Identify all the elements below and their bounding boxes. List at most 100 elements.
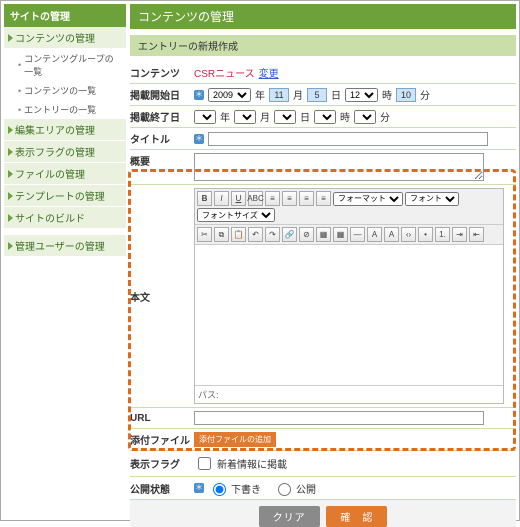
list-ul-icon[interactable]: •	[418, 227, 433, 242]
pubend-day[interactable]	[274, 110, 296, 124]
select-font[interactable]: フォント	[405, 192, 459, 206]
editor-toolbar-1: B I U ABC ≡ ≡ ≡ ≡ フォーマット フォント フォントサイズ	[195, 189, 503, 225]
pubend-min[interactable]	[354, 110, 376, 124]
contents-change-link[interactable]: 変更	[259, 65, 279, 80]
cut-icon[interactable]: ✂	[197, 227, 212, 242]
hr-icon[interactable]: ―	[350, 227, 365, 242]
arrow-icon	[8, 214, 13, 222]
label-body: 本文	[130, 289, 190, 304]
sidebar-sub-content-list[interactable]: コンテンツの一覧	[4, 81, 126, 100]
undo-icon[interactable]: ↶	[248, 227, 263, 242]
required-icon: ＊	[194, 134, 204, 144]
sidebar-item-contents[interactable]: コンテンツの管理	[4, 27, 126, 49]
input-title[interactable]	[208, 132, 488, 146]
pubstart-year[interactable]: 2009	[208, 88, 251, 102]
page-title: コンテンツの管理	[130, 4, 516, 29]
label-dispflag: 表示フラグ	[130, 456, 190, 471]
row-title: タイトル ＊	[130, 128, 516, 150]
sidebar-item-template[interactable]: テンプレートの管理	[4, 185, 126, 207]
pubend-year[interactable]	[194, 110, 216, 124]
row-dispflag: 表示フラグ 新着情報に掲載	[130, 451, 516, 477]
source-icon[interactable]: ‹›	[401, 227, 416, 242]
align-right-icon[interactable]: ≡	[299, 191, 314, 206]
pubend-month[interactable]	[234, 110, 256, 124]
pubend-hour[interactable]	[314, 110, 336, 124]
label-title: タイトル	[130, 131, 190, 146]
link-icon[interactable]: 🔗	[282, 227, 297, 242]
label-attach: 添付ファイル	[130, 432, 190, 447]
rich-editor: B I U ABC ≡ ≡ ≡ ≡ フォーマット フォント フォントサイズ ✂ …	[194, 188, 504, 404]
row-pubstate: 公開状態 ＊ 下書き 公開	[130, 477, 516, 500]
sidebar-sub-entry-list[interactable]: エントリーの一覧	[4, 100, 126, 119]
sidebar: サイトの管理 コンテンツの管理 コンテンツグループの一覧 コンテンツの一覧 エン…	[4, 4, 126, 517]
sidebar-item-build[interactable]: サイトのビルド	[4, 207, 126, 229]
row-url: URL	[130, 408, 516, 429]
color-icon[interactable]: A	[367, 227, 382, 242]
pubstart-min[interactable]: 10	[396, 88, 416, 102]
arrow-icon	[8, 170, 13, 178]
contents-value: CSRニュース	[194, 65, 255, 80]
label-url: URL	[130, 413, 190, 424]
underline-icon[interactable]: U	[231, 191, 246, 206]
pubstart-day[interactable]: 5	[307, 88, 327, 102]
confirm-button[interactable]: 確 認	[326, 506, 387, 527]
row-pubstart: 掲載開始日 ＊ 2009年 11月 5日 12時 10分	[130, 84, 516, 106]
row-summary: 概要	[130, 150, 516, 185]
required-icon: ＊	[194, 483, 204, 493]
editor-textarea[interactable]	[195, 245, 503, 385]
indent-icon[interactable]: ⇥	[452, 227, 467, 242]
radio-publish[interactable]: 公開	[273, 480, 316, 496]
copy-icon[interactable]: ⧉	[214, 227, 229, 242]
sidebar-sub-content-groups[interactable]: コンテンツグループの一覧	[4, 49, 126, 81]
bgcolor-icon[interactable]: A	[384, 227, 399, 242]
row-contents: コンテンツ CSRニュース 変更	[130, 62, 516, 84]
label-contents: コンテンツ	[130, 65, 190, 80]
strike-icon[interactable]: ABC	[248, 191, 263, 206]
arrow-icon	[8, 148, 13, 156]
sidebar-item-file[interactable]: ファイルの管理	[4, 163, 126, 185]
pubstart-month[interactable]: 11	[269, 88, 289, 102]
table-icon[interactable]: ▦	[333, 227, 348, 242]
arrow-icon	[8, 34, 13, 42]
required-icon: ＊	[194, 90, 204, 100]
radio-draft[interactable]: 下書き	[208, 480, 261, 496]
label-summary: 概要	[130, 153, 190, 168]
panel-title: エントリーの新規作成	[130, 35, 516, 56]
button-bar: クリア 確 認	[130, 500, 516, 527]
input-summary[interactable]	[194, 153, 484, 181]
paste-icon[interactable]: 📋	[231, 227, 246, 242]
arrow-icon	[8, 192, 13, 200]
list-ol-icon[interactable]: 1.	[435, 227, 450, 242]
add-attachment-button[interactable]: 添付ファイルの追加	[194, 432, 276, 447]
redo-icon[interactable]: ↷	[265, 227, 280, 242]
align-justify-icon[interactable]: ≡	[316, 191, 331, 206]
sidebar-item-adminuser[interactable]: 管理ユーザーの管理	[4, 235, 126, 257]
sidebar-item-dispflag[interactable]: 表示フラグの管理	[4, 141, 126, 163]
align-left-icon[interactable]: ≡	[265, 191, 280, 206]
sidebar-title: サイトの管理	[4, 4, 126, 27]
row-attach: 添付ファイル 添付ファイルの追加	[130, 429, 516, 451]
bold-icon[interactable]: B	[197, 191, 212, 206]
italic-icon[interactable]: I	[214, 191, 229, 206]
editor-toolbar-2: ✂ ⧉ 📋 ↶ ↷ 🔗 ⊘ ▦ ▦ ― A A ‹› • 1. ⇥ ⇤	[195, 225, 503, 245]
row-body: 本文 B I U ABC ≡ ≡ ≡ ≡ フォーマット フォント フォントサイズ…	[130, 185, 516, 408]
pubstart-hour[interactable]: 12	[345, 88, 378, 102]
arrow-icon	[8, 126, 13, 134]
row-pubend: 掲載終了日 年 月 日 時 分	[130, 106, 516, 128]
arrow-icon	[8, 242, 13, 250]
select-fontsize[interactable]: フォントサイズ	[197, 208, 275, 222]
outdent-icon[interactable]: ⇤	[469, 227, 484, 242]
main: コンテンツの管理 エントリーの新規作成 コンテンツ CSRニュース 変更 掲載開…	[130, 4, 516, 517]
label-pubstate: 公開状態	[130, 481, 190, 496]
editor-path: パス:	[195, 385, 503, 403]
unlink-icon[interactable]: ⊘	[299, 227, 314, 242]
checkbox-new[interactable]: 新着情報に掲載	[194, 454, 287, 473]
align-center-icon[interactable]: ≡	[282, 191, 297, 206]
input-url[interactable]	[194, 411, 484, 425]
clear-button[interactable]: クリア	[259, 506, 320, 527]
image-icon[interactable]: ▦	[316, 227, 331, 242]
sidebar-item-editarea[interactable]: 編集エリアの管理	[4, 119, 126, 141]
select-format[interactable]: フォーマット	[333, 192, 403, 206]
label-pubstart: 掲載開始日	[130, 87, 190, 102]
label-pubend: 掲載終了日	[130, 109, 190, 124]
